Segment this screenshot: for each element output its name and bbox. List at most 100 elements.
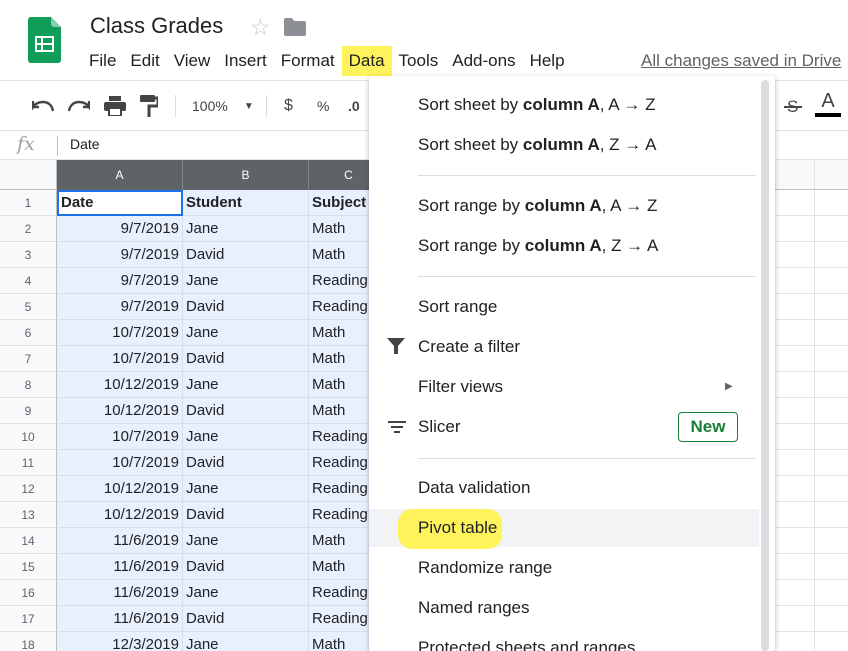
text-color-button[interactable]: A xyxy=(815,89,841,123)
menu-data-validation[interactable]: Data validation xyxy=(369,469,759,507)
table-cell[interactable]: 9/7/2019 xyxy=(57,216,183,242)
empty-cell[interactable] xyxy=(815,242,848,268)
table-cell[interactable]: 9/7/2019 xyxy=(57,294,183,320)
empty-cell[interactable] xyxy=(815,606,848,632)
empty-cell[interactable] xyxy=(815,398,848,424)
menu-pivot-table[interactable]: Pivot table xyxy=(369,509,759,549)
table-cell[interactable]: Jane xyxy=(183,476,309,502)
redo-icon[interactable] xyxy=(68,93,90,119)
empty-cell[interactable] xyxy=(770,320,815,346)
row-number[interactable]: 3 xyxy=(0,242,57,268)
empty-cell[interactable] xyxy=(815,528,848,554)
column-header-a[interactable]: A xyxy=(57,160,183,190)
row-number[interactable]: 17 xyxy=(0,606,57,632)
empty-cell[interactable] xyxy=(770,450,815,476)
row-number[interactable]: 6 xyxy=(0,320,57,346)
table-cell[interactable]: Jane xyxy=(183,632,309,651)
zoom-select[interactable]: 100% ▼ xyxy=(192,93,254,119)
star-icon[interactable]: ☆ xyxy=(250,14,271,40)
table-cell[interactable]: 10/12/2019 xyxy=(57,372,183,398)
table-cell[interactable]: 11/6/2019 xyxy=(57,580,183,606)
column-header-b[interactable]: B xyxy=(183,160,309,190)
empty-cell[interactable] xyxy=(815,216,848,242)
select-all-corner[interactable] xyxy=(0,160,57,190)
empty-cell[interactable] xyxy=(815,502,848,528)
menu-slicer[interactable]: Slicer New xyxy=(369,408,759,446)
strikethrough-icon[interactable]: S xyxy=(784,93,802,119)
empty-cell[interactable] xyxy=(815,424,848,450)
menu-insert[interactable]: Insert xyxy=(217,46,274,76)
row-number[interactable]: 18 xyxy=(0,632,57,651)
empty-cell[interactable] xyxy=(770,476,815,502)
menu-view[interactable]: View xyxy=(167,46,218,76)
menu-sort-range-za[interactable]: Sort range by column A, Z → A xyxy=(369,227,759,265)
table-cell[interactable]: Date xyxy=(57,190,183,216)
table-cell[interactable]: David xyxy=(183,398,309,424)
empty-cell[interactable] xyxy=(770,606,815,632)
percent-format-button[interactable]: % xyxy=(317,93,329,119)
table-cell[interactable]: 11/6/2019 xyxy=(57,554,183,580)
table-cell[interactable]: Jane xyxy=(183,528,309,554)
row-number[interactable]: 5 xyxy=(0,294,57,320)
row-number[interactable]: 12 xyxy=(0,476,57,502)
menu-edit[interactable]: Edit xyxy=(123,46,166,76)
row-number[interactable]: 7 xyxy=(0,346,57,372)
table-cell[interactable]: David xyxy=(183,554,309,580)
row-number[interactable]: 10 xyxy=(0,424,57,450)
table-cell[interactable]: David xyxy=(183,346,309,372)
empty-cell[interactable] xyxy=(770,502,815,528)
menu-filter-views[interactable]: Filter views ▶ xyxy=(369,368,759,406)
table-cell[interactable]: David xyxy=(183,450,309,476)
menu-randomize-range[interactable]: Randomize range xyxy=(369,549,759,587)
row-number[interactable]: 11 xyxy=(0,450,57,476)
row-number[interactable]: 4 xyxy=(0,268,57,294)
menu-sort-range[interactable]: Sort range xyxy=(369,288,759,326)
empty-cell[interactable] xyxy=(770,190,815,216)
table-cell[interactable]: 10/7/2019 xyxy=(57,320,183,346)
table-cell[interactable]: 9/7/2019 xyxy=(57,242,183,268)
column-header-f[interactable] xyxy=(770,160,815,190)
table-cell[interactable]: 10/7/2019 xyxy=(57,450,183,476)
empty-cell[interactable] xyxy=(815,294,848,320)
menu-tools[interactable]: Tools xyxy=(392,46,446,76)
folder-icon[interactable] xyxy=(284,18,306,36)
undo-icon[interactable] xyxy=(32,93,54,119)
empty-cell[interactable] xyxy=(815,476,848,502)
empty-cell[interactable] xyxy=(815,346,848,372)
table-cell[interactable]: David xyxy=(183,502,309,528)
empty-cell[interactable] xyxy=(815,372,848,398)
table-cell[interactable]: 11/6/2019 xyxy=(57,606,183,632)
table-cell[interactable]: 11/6/2019 xyxy=(57,528,183,554)
table-cell[interactable]: Jane xyxy=(183,580,309,606)
empty-cell[interactable] xyxy=(770,372,815,398)
table-cell[interactable]: 10/7/2019 xyxy=(57,424,183,450)
menu-format[interactable]: Format xyxy=(274,46,342,76)
menu-scrollbar[interactable] xyxy=(761,80,769,651)
row-number[interactable]: 16 xyxy=(0,580,57,606)
row-number[interactable]: 1 xyxy=(0,190,57,216)
table-cell[interactable]: 10/12/2019 xyxy=(57,398,183,424)
table-cell[interactable]: David xyxy=(183,294,309,320)
menu-addons[interactable]: Add-ons xyxy=(445,46,522,76)
empty-cell[interactable] xyxy=(770,554,815,580)
empty-cell[interactable] xyxy=(770,424,815,450)
menu-data[interactable]: Data xyxy=(341,46,392,76)
table-cell[interactable]: 9/7/2019 xyxy=(57,268,183,294)
empty-cell[interactable] xyxy=(815,632,848,651)
empty-cell[interactable] xyxy=(815,580,848,606)
row-number[interactable]: 9 xyxy=(0,398,57,424)
table-cell[interactable]: 10/12/2019 xyxy=(57,502,183,528)
empty-cell[interactable] xyxy=(770,268,815,294)
table-cell[interactable]: Jane xyxy=(183,320,309,346)
table-cell[interactable]: 10/12/2019 xyxy=(57,476,183,502)
table-cell[interactable]: David xyxy=(183,242,309,268)
menu-create-filter[interactable]: Create a filter xyxy=(369,328,759,366)
row-number[interactable]: 2 xyxy=(0,216,57,242)
empty-cell[interactable] xyxy=(770,242,815,268)
empty-cell[interactable] xyxy=(770,528,815,554)
table-cell[interactable]: Student xyxy=(183,190,309,216)
empty-cell[interactable] xyxy=(770,632,815,651)
menu-sort-sheet-za[interactable]: Sort sheet by column A, Z → A xyxy=(369,126,759,164)
document-title[interactable]: Class Grades xyxy=(90,13,223,39)
table-cell[interactable]: Jane xyxy=(183,372,309,398)
